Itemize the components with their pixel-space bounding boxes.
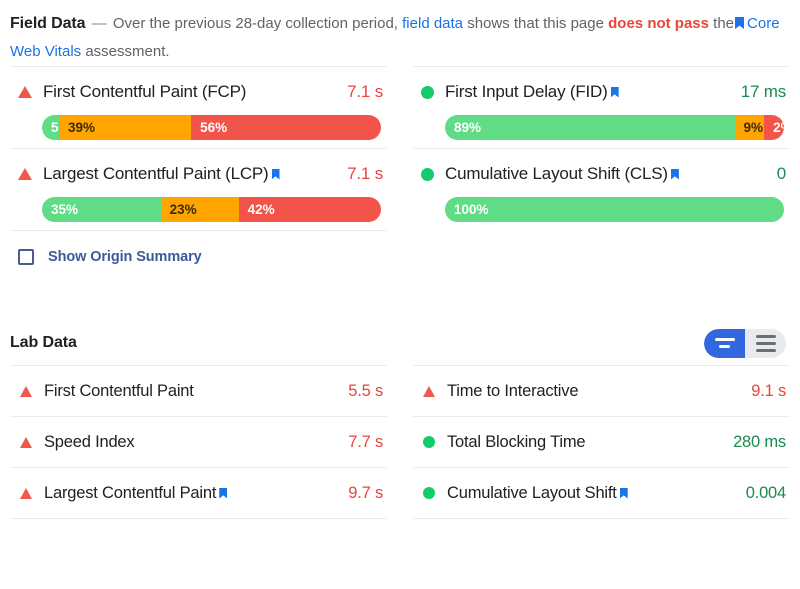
warning-triangle-icon: [18, 168, 32, 180]
field-metric-header: First Contentful Paint (FCP) 7.1 s: [10, 79, 387, 105]
distribution-segment-average: 9%: [734, 115, 765, 140]
lab-metrics-grid: First Contentful Paint 5.5 s Speed Index…: [0, 365, 800, 519]
field-metric-header: First Input Delay (FID) 17 ms: [413, 79, 790, 105]
distribution-bar: 100%: [445, 197, 784, 222]
distribution-segment-poor: 56%: [191, 115, 381, 140]
bookmark-icon: [619, 487, 628, 499]
bookmark-icon: [735, 17, 745, 29]
distribution-bar: 5% 39% 56%: [42, 115, 381, 140]
bookmark-icon: [271, 168, 280, 180]
field-metric-value: 7.1 s: [347, 82, 383, 101]
field-metric-header: Largest Contentful Paint (LCP) 7.1 s: [10, 161, 387, 187]
field-column-left: First Contentful Paint (FCP) 7.1 s 5% 39…: [10, 66, 387, 265]
list-view-icon-line: [755, 341, 776, 345]
field-metric-cls[interactable]: Cumulative Layout Shift (CLS) 0 100%: [413, 149, 790, 230]
distribution-bar: 89% 9% 2%: [445, 115, 784, 140]
field-metric-name: Largest Contentful Paint (LCP): [43, 164, 269, 183]
distribution-segment-poor: 42%: [238, 197, 381, 222]
field-metrics-grid: First Contentful Paint (FCP) 7.1 s 5% 39…: [0, 66, 800, 265]
list-view-icon-line: [755, 348, 776, 352]
lab-metric-first-contentful-paint[interactable]: First Contentful Paint 5.5 s: [10, 366, 387, 416]
field-data-link[interactable]: field data: [402, 15, 463, 32]
checkbox-icon[interactable]: [18, 249, 34, 265]
lab-metric-speed-index[interactable]: Speed Index 7.7 s: [10, 417, 387, 467]
field-metric-name: Cumulative Layout Shift (CLS): [445, 164, 668, 183]
field-metric-value: 7.1 s: [347, 164, 383, 183]
lab-metric-value: 9.1 s: [751, 381, 786, 400]
distribution-segment-good: 100%: [445, 197, 784, 222]
lab-metric-value: 280 ms: [733, 432, 786, 451]
good-status-circle-icon: [421, 167, 434, 181]
field-data-title: Field Data: [10, 15, 86, 32]
field-desc-part-3: the: [713, 15, 735, 32]
cards-view-icon-line: [719, 345, 730, 348]
list-view-toggle-button[interactable]: [745, 328, 786, 358]
field-metric-value: 0: [776, 164, 786, 183]
field-metric-fid[interactable]: First Input Delay (FID) 17 ms 89% 9% 2%: [413, 67, 790, 148]
bookmark-icon: [219, 487, 228, 499]
distribution-segment-good: 89%: [445, 115, 735, 140]
field-metric-header: Cumulative Layout Shift (CLS) 0: [413, 161, 790, 187]
warning-triangle-icon: [20, 436, 32, 448]
cards-view-toggle-button[interactable]: [704, 328, 745, 358]
lab-metric-total-blocking-time[interactable]: Total Blocking Time 280 ms: [413, 417, 790, 467]
bookmark-icon: [670, 168, 679, 180]
lab-metric-cumulative-layout-shift[interactable]: Cumulative Layout Shift 0.004: [413, 468, 790, 518]
field-metric-value: 17 ms: [740, 82, 786, 101]
field-desc-part-1: Over the previous 28-day collection peri…: [112, 15, 398, 32]
show-origin-summary-toggle[interactable]: Show Origin Summary: [10, 231, 387, 265]
lab-metric-value: 9.7 s: [348, 483, 383, 502]
field-desc-part-2: shows that this page: [467, 15, 604, 32]
field-column-right: First Input Delay (FID) 17 ms 89% 9% 2% …: [413, 66, 790, 265]
lab-data-title: Lab Data: [10, 334, 77, 351]
warning-triangle-icon: [20, 487, 32, 499]
lab-column-right: Time to Interactive 9.1 s Total Blocking…: [413, 365, 790, 519]
warning-triangle-icon: [18, 86, 32, 98]
field-desc-part-4: assessment.: [85, 43, 170, 60]
lab-metric-name: Speed Index: [44, 432, 135, 451]
distribution-segment-poor: 2%: [764, 115, 784, 140]
pagespeed-report: Field Data — Over the previous 28-day co…: [0, 0, 800, 589]
cards-view-icon-line: [714, 338, 735, 341]
distribution-segment-good: 5%: [42, 115, 59, 140]
distribution-bar: 35% 23% 42%: [42, 197, 381, 222]
field-data-header: Field Data — Over the previous 28-day co…: [0, 0, 800, 66]
field-metric-name: First Input Delay (FID): [445, 82, 608, 101]
warning-triangle-icon: [423, 385, 435, 397]
lab-metric-time-to-interactive[interactable]: Time to Interactive 9.1 s: [413, 366, 790, 416]
field-metric-name: First Contentful Paint (FCP): [43, 82, 247, 101]
divider: [413, 518, 790, 519]
lab-data-header: Lab Data: [0, 321, 800, 365]
bookmark-icon: [610, 86, 619, 98]
list-view-icon-line: [755, 334, 776, 338]
good-status-circle-icon: [423, 436, 435, 448]
lab-metric-value: 5.5 s: [348, 381, 383, 400]
distribution-segment-average: 23%: [160, 197, 239, 222]
assessment-result: does not pass: [608, 15, 709, 32]
lab-metric-value: 0.004: [745, 483, 786, 502]
lab-metric-name: Cumulative Layout Shift: [447, 483, 617, 502]
lab-column-left: First Contentful Paint 5.5 s Speed Index…: [10, 365, 387, 519]
show-origin-summary-label: Show Origin Summary: [48, 249, 202, 265]
field-metric-fcp[interactable]: First Contentful Paint (FCP) 7.1 s 5% 39…: [10, 67, 387, 148]
lab-metric-name: First Contentful Paint: [44, 381, 194, 400]
lab-metric-name: Total Blocking Time: [447, 432, 586, 451]
divider: [10, 518, 387, 519]
lab-metric-name: Time to Interactive: [447, 381, 579, 400]
lab-metric-value: 7.7 s: [348, 432, 383, 451]
lab-view-toggle[interactable]: [704, 328, 786, 358]
good-status-circle-icon: [421, 85, 434, 99]
em-dash: —: [91, 15, 107, 32]
field-metric-lcp[interactable]: Largest Contentful Paint (LCP) 7.1 s 35%…: [10, 149, 387, 230]
distribution-segment-average: 39%: [58, 115, 192, 140]
lab-metric-largest-contentful-paint[interactable]: Largest Contentful Paint 9.7 s: [10, 468, 387, 518]
warning-triangle-icon: [20, 385, 32, 397]
distribution-segment-good: 35%: [42, 197, 161, 222]
lab-metric-name: Largest Contentful Paint: [44, 483, 217, 502]
good-status-circle-icon: [423, 487, 435, 499]
